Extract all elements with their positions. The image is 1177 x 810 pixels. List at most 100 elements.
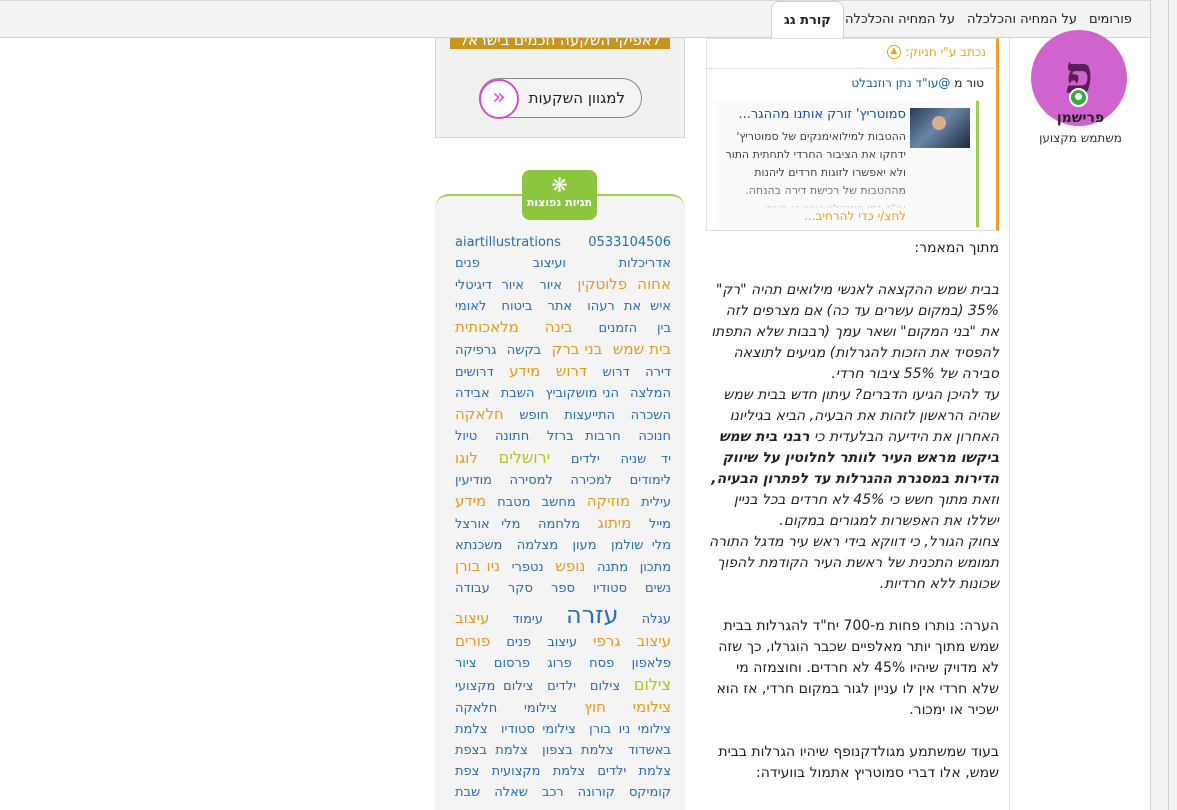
tag-link[interactable]: מצלמה [517, 538, 558, 553]
tag-link[interactable]: בינה [545, 318, 573, 336]
tab-living-economy-2[interactable]: על המחיה והכלכלה [845, 1, 955, 39]
tag-link[interactable]: צלמת בצפת [455, 743, 528, 758]
tag-link[interactable]: סטודיו [593, 581, 627, 596]
tag-link[interactable]: שאלה [494, 785, 528, 800]
tag-link[interactable]: מקצועית [492, 764, 541, 779]
tag-link[interactable]: איור דיגיטלי [455, 278, 524, 293]
user-mention-link[interactable]: @עו"ד נתן רוזנבלט [851, 76, 950, 90]
tag-link[interactable]: בקשה [507, 343, 541, 358]
tag-link[interactable]: מיתוג [598, 514, 632, 532]
tag-link[interactable]: צילומי סטודיו [501, 722, 576, 737]
tag-link[interactable]: צלמת בצפון [542, 743, 613, 758]
preview-thumbnail[interactable] [910, 108, 970, 148]
tag-link[interactable]: ילדים [547, 679, 576, 694]
tab-roof[interactable]: קורת גג [771, 1, 844, 40]
tag-link[interactable]: מחשב [542, 495, 576, 510]
tag-link[interactable]: ביטוח [501, 299, 532, 314]
tag-link[interactable]: מלי שולמן [611, 538, 671, 553]
tag-link[interactable]: חלאקה [455, 405, 504, 423]
tag-link[interactable]: מלאכותית [455, 318, 519, 336]
tag-link[interactable]: עזרה [566, 601, 619, 629]
tag-link[interactable]: ילדים [571, 452, 600, 467]
tag-link[interactable]: רכב [542, 785, 564, 800]
tag-link[interactable]: צלמת [639, 764, 671, 779]
tag-link[interactable]: פרסום [494, 656, 530, 671]
tag-link[interactable]: נופש [555, 557, 585, 575]
tag-link[interactable]: חרבות ברזל [547, 429, 621, 444]
tag-link[interactable]: פנים [506, 635, 531, 650]
tag-link[interactable]: ציור [455, 656, 477, 671]
tag-link[interactable]: פלאפון [632, 656, 671, 671]
tag-link[interactable]: 0533104506 [588, 235, 671, 250]
tag-link[interactable]: באשדוד [628, 743, 671, 758]
tag-link[interactable]: אבידה [455, 386, 490, 401]
tag-link[interactable]: עיצוב [637, 632, 671, 650]
tag-link[interactable]: בני ברק [552, 340, 603, 358]
tag-link[interactable]: סקר [508, 581, 533, 596]
author-name[interactable]: פרישמן [1010, 110, 1151, 126]
tag-link[interactable]: קורונה [578, 785, 615, 800]
expand-quote-link[interactable]: לחצ/י כדי להרחיב... [804, 209, 906, 223]
tag-link[interactable]: מלחמה [538, 517, 580, 532]
tag-link[interactable]: בין הזמנים [599, 321, 671, 336]
tag-link[interactable]: מידע [455, 492, 486, 510]
tag-link[interactable]: משכנתא [455, 538, 502, 553]
tag-link[interactable]: השבת [501, 386, 535, 401]
tag-link[interactable]: שבת [455, 785, 480, 800]
tag-link[interactable]: פסח [589, 656, 614, 671]
tag-link[interactable]: שיר [649, 804, 671, 810]
tag-link[interactable]: ניו בורן [455, 557, 500, 575]
tag-link[interactable]: פורים [455, 632, 490, 650]
tag-link[interactable]: למכירה [570, 473, 612, 488]
tag-link[interactable]: צילומי [524, 701, 557, 716]
investments-button[interactable]: למגוון השקעות « [479, 78, 642, 119]
tag-link[interactable]: לוגו [455, 449, 478, 467]
tag-link[interactable]: ילדים [597, 764, 626, 779]
tag-link[interactable]: מטבח [497, 495, 530, 510]
tag-link[interactable]: איש את רעהו [587, 299, 671, 314]
tag-link[interactable]: חתונה [495, 429, 529, 444]
tag-link[interactable]: יד שניה [620, 452, 671, 467]
ad-banner[interactable]: לאפיקי השקעה חכמים בישראל [450, 38, 670, 49]
tag-link[interactable]: גרפיקה [455, 343, 496, 358]
jump-to-quote-icon[interactable]: ▲ [887, 45, 901, 59]
tag-link[interactable]: צילום מקצועי [455, 679, 533, 694]
tag-link[interactable]: מידע [509, 362, 540, 380]
tag-link[interactable]: צלמת [455, 722, 487, 737]
tag-link[interactable]: לימודים [630, 473, 671, 488]
tag-link[interactable]: מלי אורצל [455, 517, 520, 532]
tag-link[interactable]: בית שמש [613, 340, 671, 358]
tag-link[interactable]: נשים [645, 581, 671, 596]
tag-link[interactable]: עיצוב [455, 609, 489, 627]
tag-link[interactable]: צילומי ניו בורן [589, 722, 671, 737]
tag-link[interactable]: מייל [649, 517, 671, 532]
tag-link[interactable]: טיול [455, 429, 477, 444]
tag-link[interactable]: חופש [519, 408, 548, 423]
tag-link[interactable]: הני מושקוביץ [546, 386, 619, 401]
tag-link[interactable]: המלצה [630, 386, 671, 401]
preview-title[interactable]: סמוטריץ' זורק אותנו מההגר... [728, 107, 906, 122]
tag-link[interactable]: aiartillustrations [455, 235, 561, 250]
tag-link[interactable]: למסירה [509, 473, 552, 488]
tag-link[interactable]: מתנה [597, 560, 628, 575]
tag-link[interactable]: אדריכלות ועיצוב פנים [455, 256, 671, 271]
tag-link[interactable]: ירושלים [499, 448, 551, 467]
tag-link[interactable]: התייעצות [564, 408, 615, 423]
tag-link[interactable]: עילית [641, 495, 671, 510]
tag-link[interactable]: גרפי [593, 632, 620, 650]
tag-link[interactable]: עיצוב [547, 635, 577, 650]
tag-link[interactable]: אתר [548, 299, 573, 314]
tag-link[interactable]: עימוד [512, 612, 543, 627]
tag-link[interactable]: דרושים [455, 365, 494, 380]
tag-link[interactable]: השכרה [631, 408, 671, 423]
tag-link[interactable]: צלמת [553, 764, 585, 779]
tag-link[interactable]: נטפרי [512, 560, 544, 575]
tag-link[interactable]: מודיעין [455, 473, 492, 488]
link-preview-card[interactable]: סמוטריץ' זורק אותנו מההגר... ההטבות למיל… [717, 101, 979, 227]
tag-link[interactable]: מתכון [640, 560, 671, 575]
tag-link[interactable]: דרוש [603, 365, 630, 380]
tag-link[interactable]: חנוכה [638, 429, 671, 444]
tag-link[interactable]: צילום [590, 679, 620, 694]
tag-link[interactable]: חלאקה [455, 701, 497, 716]
tag-link[interactable]: מעון [572, 538, 596, 553]
